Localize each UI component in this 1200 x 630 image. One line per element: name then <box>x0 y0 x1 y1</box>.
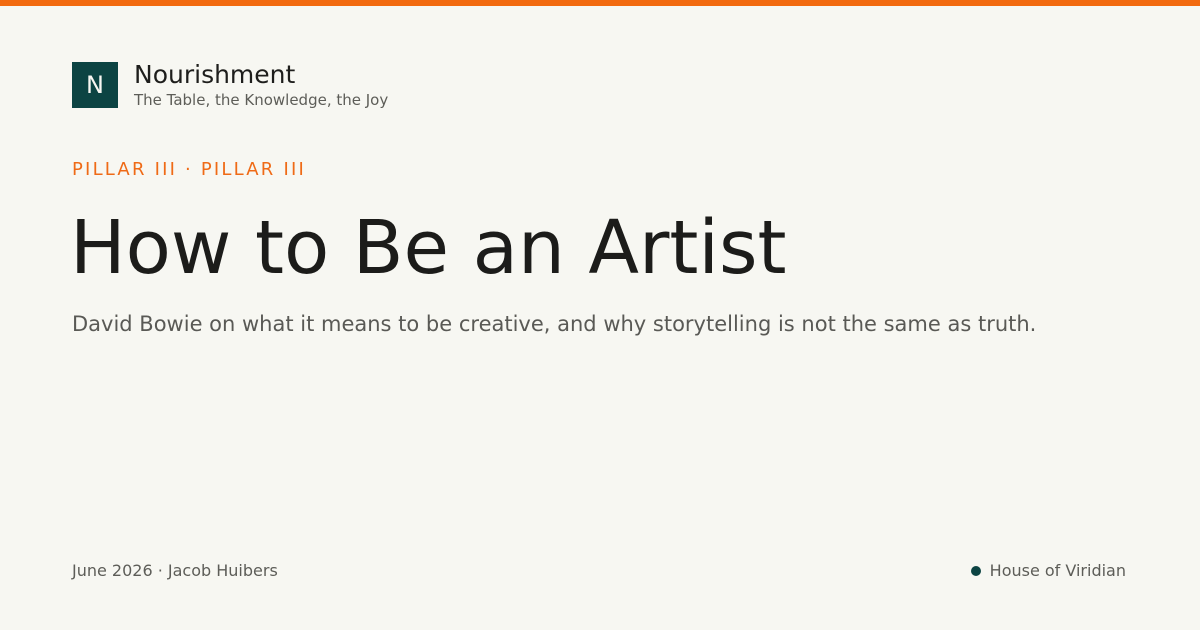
publisher-name: House of Viridian <box>989 561 1126 580</box>
brand-name: Nourishment <box>134 60 296 89</box>
accent-top-bar <box>0 0 1200 6</box>
brand-tagline: The Table, the Knowledge, the Joy <box>134 91 389 109</box>
publisher-dot-icon <box>970 566 981 576</box>
article-byline: June 2026 · Jacob Huibers <box>72 561 278 580</box>
brand-header: N Nourishment The Table, the Knowledge, … <box>72 61 388 110</box>
article-subtitle: David Bowie on what it means to be creat… <box>72 312 1037 336</box>
brand-text: Nourishment The Table, the Knowledge, th… <box>134 61 388 110</box>
logo-mark: N <box>72 62 118 108</box>
publisher-signature: House of Viridian <box>970 560 1126 582</box>
section-eyebrow: PILLAR III · PILLAR III <box>72 159 306 180</box>
logo-letter: N <box>86 71 104 99</box>
article-title: How to Be an Artist <box>70 205 787 291</box>
